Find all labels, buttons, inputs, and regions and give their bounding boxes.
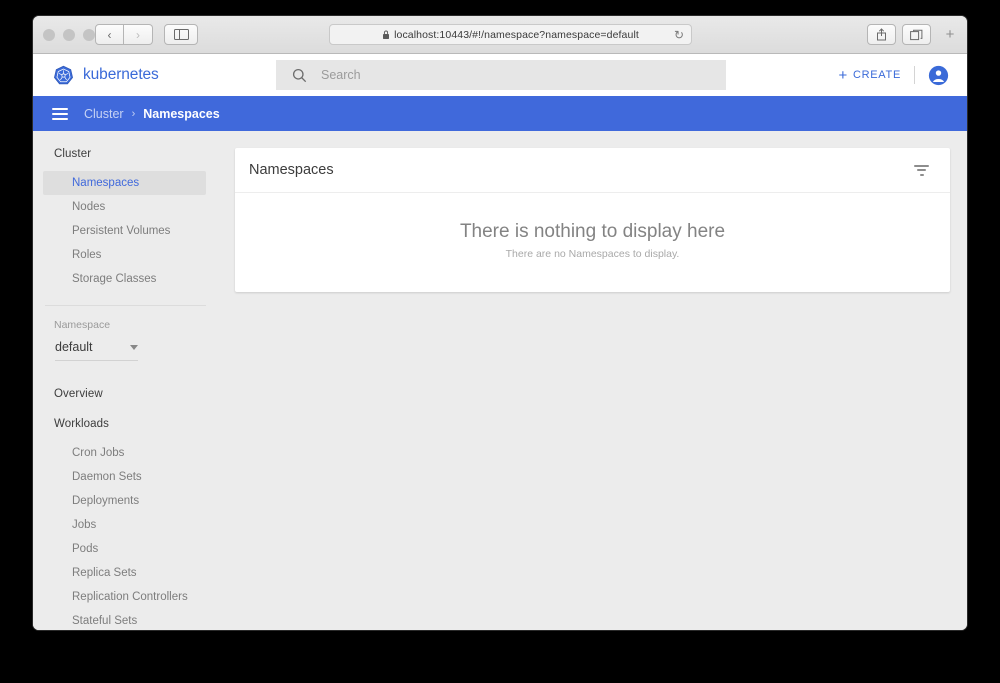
- namespaces-card: Namespaces There is nothing to display h…: [235, 148, 950, 292]
- header-actions: + CREATE: [839, 65, 949, 86]
- lock-icon: [383, 30, 390, 39]
- sidebar-section-workloads: Workloads: [54, 418, 110, 430]
- search-icon: [292, 68, 307, 82]
- sidebar-item-deployments[interactable]: Deployments: [43, 489, 206, 513]
- empty-state: There is nothing to display here There a…: [235, 193, 950, 292]
- browser-sidebar-toggle-button[interactable]: [164, 24, 198, 45]
- header-divider: [914, 66, 915, 84]
- sidebar-item-nodes[interactable]: Nodes: [43, 195, 206, 219]
- app-body: Cluster Namespaces Nodes Persistent Volu…: [33, 131, 967, 630]
- empty-state-subtitle: There are no Namespaces to display.: [505, 248, 680, 260]
- sidebar-item-replication-controllers[interactable]: Replication Controllers: [43, 585, 206, 609]
- sidebar-item-replica-sets[interactable]: Replica Sets: [43, 561, 206, 585]
- browser-window: ‹ › localhost:10443/#!/namespace?namespa…: [33, 16, 967, 630]
- namespace-dropdown-value: default: [55, 340, 93, 354]
- namespace-selector-section: Namespace default: [33, 306, 218, 367]
- sidebar: Cluster Namespaces Nodes Persistent Volu…: [33, 131, 218, 630]
- search-input[interactable]: [321, 68, 701, 82]
- sidebar-item-stateful-sets[interactable]: Stateful Sets: [43, 609, 206, 630]
- sidebar-item-daemon-sets[interactable]: Daemon Sets: [43, 465, 206, 489]
- sidebar-toggle-icon: [173, 29, 189, 40]
- create-button[interactable]: + CREATE: [839, 67, 901, 84]
- brand-name: kubernetes: [83, 66, 159, 83]
- breadcrumb-item-namespaces: Namespaces: [143, 106, 220, 121]
- address-bar[interactable]: localhost:10443/#!/namespace?namespace=d…: [329, 24, 692, 45]
- breadcrumb-separator-icon: ›: [131, 107, 136, 120]
- sidebar-item-roles[interactable]: Roles: [43, 243, 206, 267]
- back-button[interactable]: ‹: [95, 24, 124, 45]
- close-window-button[interactable]: [43, 29, 55, 41]
- browser-navigation-group: ‹ ›: [95, 24, 153, 45]
- sidebar-item-namespaces[interactable]: Namespaces: [43, 171, 206, 195]
- forward-button[interactable]: ›: [124, 24, 153, 45]
- plus-icon: +: [838, 66, 848, 84]
- chevron-down-icon: [130, 344, 138, 350]
- namespace-label: Namespace: [54, 319, 111, 331]
- create-button-label: CREATE: [852, 69, 901, 81]
- breadcrumb-bar: Cluster › Namespaces: [33, 96, 967, 131]
- card-header: Namespaces: [235, 148, 950, 193]
- sidebar-item-cron-jobs[interactable]: Cron Jobs: [43, 441, 206, 465]
- hamburger-menu-icon[interactable]: [52, 107, 68, 120]
- show-tabs-button[interactable]: [902, 24, 931, 45]
- share-button[interactable]: [867, 24, 896, 45]
- maximize-window-button[interactable]: [83, 29, 95, 41]
- sidebar-item-pods[interactable]: Pods: [43, 537, 206, 561]
- namespace-dropdown[interactable]: default: [55, 340, 138, 361]
- sidebar-item-jobs[interactable]: Jobs: [43, 513, 206, 537]
- brand-logo-group[interactable]: kubernetes: [33, 65, 276, 86]
- main-content: Namespaces There is nothing to display h…: [218, 131, 967, 630]
- sidebar-item-persistent-volumes[interactable]: Persistent Volumes: [43, 219, 206, 243]
- sidebar-section-overview[interactable]: Overview: [33, 388, 218, 400]
- card-title: Namespaces: [249, 162, 334, 178]
- dashboard-header: kubernetes + CREATE: [33, 54, 967, 96]
- reload-icon[interactable]: ↻: [674, 28, 684, 42]
- account-circle-icon[interactable]: [928, 65, 949, 86]
- empty-state-title: There is nothing to display here: [459, 221, 726, 242]
- sidebar-section-cluster: Cluster: [54, 148, 92, 160]
- filter-icon[interactable]: [910, 161, 933, 180]
- window-traffic-lights: [43, 29, 95, 41]
- browser-toolbar: ‹ › localhost:10443/#!/namespace?namespa…: [33, 16, 967, 54]
- new-tab-button[interactable]: +: [937, 24, 963, 45]
- breadcrumb: Cluster › Namespaces: [84, 107, 220, 121]
- share-icon: [877, 28, 886, 41]
- sidebar-item-storage-classes[interactable]: Storage Classes: [43, 267, 206, 291]
- browser-toolbar-actions: [867, 24, 931, 45]
- kubernetes-helm-logo: [54, 65, 73, 84]
- search-box[interactable]: [276, 60, 726, 90]
- breadcrumb-item-cluster[interactable]: Cluster: [84, 107, 124, 121]
- address-bar-url: localhost:10443/#!/namespace?namespace=d…: [394, 28, 639, 41]
- minimize-window-button[interactable]: [63, 29, 75, 41]
- tabs-overview-icon: [910, 29, 923, 40]
